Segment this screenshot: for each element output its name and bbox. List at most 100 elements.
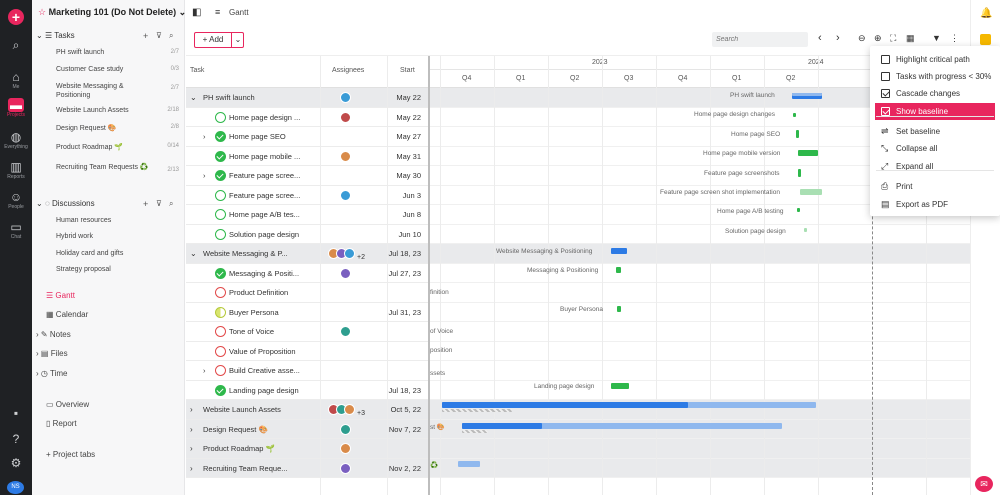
rail-me[interactable]: ⌂ Me	[0, 70, 32, 90]
assignees-cell[interactable]	[340, 267, 351, 280]
task-group-row[interactable]: › Recruiting Team Reque... Nov 2, 22	[186, 458, 429, 478]
task-name[interactable]: Landing page design	[229, 381, 321, 400]
tasklist-item[interactable]: PH swift launch 2/7	[56, 49, 185, 56]
task-name[interactable]: Buyer Persona	[229, 303, 321, 322]
chat-bubble-icon[interactable]: ✉	[975, 476, 993, 492]
status-toggle-icon[interactable]	[215, 111, 226, 123]
new-item-icon[interactable]: +	[8, 9, 24, 25]
assignees-cell[interactable]	[340, 92, 351, 104]
checkbox-checked-icon[interactable]	[881, 107, 890, 116]
task-row[interactable]: Solution page design Jun 10	[186, 225, 429, 244]
assignees-cell[interactable]	[340, 326, 351, 338]
task-name[interactable]: Product Roadmap 🌱	[203, 439, 275, 458]
task-row[interactable]: Product Definition	[186, 283, 429, 303]
settings-icon[interactable]: ⚙	[0, 456, 32, 470]
start-date[interactable]: Jun 3	[403, 186, 421, 205]
chevron-right-icon[interactable]: ›	[190, 439, 193, 458]
view-overview[interactable]: ▭ Overview	[46, 400, 199, 409]
rail-search[interactable]: ⌕	[0, 38, 32, 52]
status-toggle-icon[interactable]	[215, 326, 226, 337]
menu-item-cascade-changes[interactable]: Cascade changes	[875, 85, 995, 102]
task-bar[interactable]	[616, 267, 621, 273]
zoom-in-icon[interactable]: ⊕	[874, 33, 882, 44]
bell-icon[interactable]: 🔔	[980, 8, 992, 19]
task-name[interactable]: PH swift launch	[203, 88, 255, 107]
start-date[interactable]: Jun 10	[398, 225, 421, 244]
task-name[interactable]: Feature page scree...	[229, 166, 321, 185]
task-bar[interactable]	[617, 306, 621, 312]
start-date[interactable]: May 22	[396, 108, 421, 127]
task-bar[interactable]	[800, 189, 822, 195]
status-toggle-icon[interactable]	[215, 384, 226, 396]
feedback-icon[interactable]: ▪	[0, 406, 32, 420]
task-row[interactable]: Home page mobile ... May 31	[186, 147, 429, 166]
status-toggle-icon[interactable]	[215, 345, 226, 357]
task-name[interactable]: Website Messaging & P...	[203, 244, 288, 263]
rail-reports[interactable]: ▥ Reports	[0, 160, 32, 180]
task-name[interactable]: Recruiting Team Reque...	[203, 459, 288, 478]
status-toggle-icon[interactable]	[215, 170, 226, 181]
filter-icon[interactable]: ⊽	[156, 199, 162, 208]
status-toggle-icon[interactable]	[215, 306, 226, 318]
view-report[interactable]: ▯ Report	[46, 419, 199, 428]
zoom-out-icon[interactable]: ⊖	[858, 33, 866, 44]
tasks-section[interactable]: ⌄ ☰ Tasks	[36, 31, 189, 40]
task-name[interactable]: Website Launch Assets	[203, 400, 281, 419]
toggle-sidebar-icon[interactable]: ◧	[192, 7, 201, 18]
avatar[interactable]: NS	[7, 481, 24, 494]
status-toggle-icon[interactable]	[215, 365, 226, 376]
checkbox-icon[interactable]	[881, 72, 890, 81]
rail-everything[interactable]: ◍ Everything	[0, 130, 32, 150]
tasklist-item[interactable]: Customer Case study 0/3	[56, 66, 185, 73]
chevron-down-icon[interactable]: ⌄	[190, 88, 197, 107]
view-files[interactable]: › ▤ Files	[36, 349, 189, 358]
rail-projects[interactable]: ▬ Projects	[0, 98, 32, 118]
start-date[interactable]: Jul 18, 23	[388, 244, 421, 263]
task-row[interactable]: Feature page scree... Jun 3	[186, 186, 429, 205]
assignees-cell[interactable]	[340, 150, 351, 163]
view-time[interactable]: › ◷ Time	[36, 369, 189, 378]
task-name[interactable]: Messaging & Positi...	[229, 264, 321, 283]
add-tasklist-icon[interactable]: +	[143, 31, 148, 41]
status-toggle-icon[interactable]	[215, 267, 226, 279]
tasklist-item[interactable]: Product Roadmap 🌱 0/14	[56, 143, 185, 151]
filter-icon[interactable]: ⊽	[156, 31, 162, 40]
start-date[interactable]: May 30	[396, 166, 421, 185]
task-row[interactable]: › Home page SEO May 27	[186, 127, 429, 147]
status-toggle-icon[interactable]	[215, 287, 226, 298]
menu-item-expand-all[interactable]: ⤢ Expand all	[875, 158, 995, 175]
start-date[interactable]: Jul 18, 23	[388, 381, 421, 400]
menu-item-highlight-critical-path[interactable]: Highlight critical path	[875, 51, 995, 68]
chevron-down-icon[interactable]: ⌄	[190, 244, 197, 263]
view-calendar[interactable]: ▦ Calendar	[46, 310, 199, 319]
status-toggle-icon[interactable]	[215, 209, 226, 220]
column-header-start[interactable]: Start	[400, 67, 415, 74]
column-header-task[interactable]: Task	[190, 67, 204, 74]
task-bar[interactable]	[798, 169, 801, 177]
chevron-right-icon[interactable]: ›	[190, 420, 193, 439]
status-toggle-icon[interactable]	[215, 150, 226, 162]
rail-people[interactable]: ☺ People	[0, 190, 32, 210]
filter-icon[interactable]: ▼	[932, 33, 941, 43]
assignees-cell[interactable]	[340, 443, 351, 455]
task-bar[interactable]	[793, 113, 796, 117]
menu-item-show-baseline[interactable]: Show baseline	[875, 103, 995, 120]
menu-item-collapse-all[interactable]: ⤡ Collapse all	[875, 140, 995, 157]
task-name[interactable]: Solution page design	[229, 225, 321, 244]
task-row[interactable]: Buyer Persona Jul 31, 23	[186, 303, 429, 322]
add-discussion-icon[interactable]: +	[143, 199, 148, 209]
task-bar[interactable]	[804, 228, 807, 232]
task-group-row[interactable]: › Product Roadmap 🌱	[186, 439, 429, 459]
task-name[interactable]: Build Creative asse...	[229, 361, 321, 380]
next-arrow-icon[interactable]: ›	[836, 32, 840, 44]
assignees-cell[interactable]	[340, 111, 351, 124]
status-toggle-icon[interactable]	[215, 228, 226, 240]
task-bar[interactable]	[796, 130, 799, 138]
status-toggle-icon[interactable]	[215, 131, 226, 142]
task-row[interactable]: Value of Proposition	[186, 342, 429, 361]
add-button[interactable]: + Add	[195, 33, 231, 47]
status-toggle-icon[interactable]	[215, 189, 226, 201]
search-icon[interactable]: ⌕	[169, 31, 173, 41]
tasklist-item[interactable]: Website Messaging & Positioning 2/7	[56, 82, 185, 100]
notes-icon[interactable]	[980, 34, 991, 45]
